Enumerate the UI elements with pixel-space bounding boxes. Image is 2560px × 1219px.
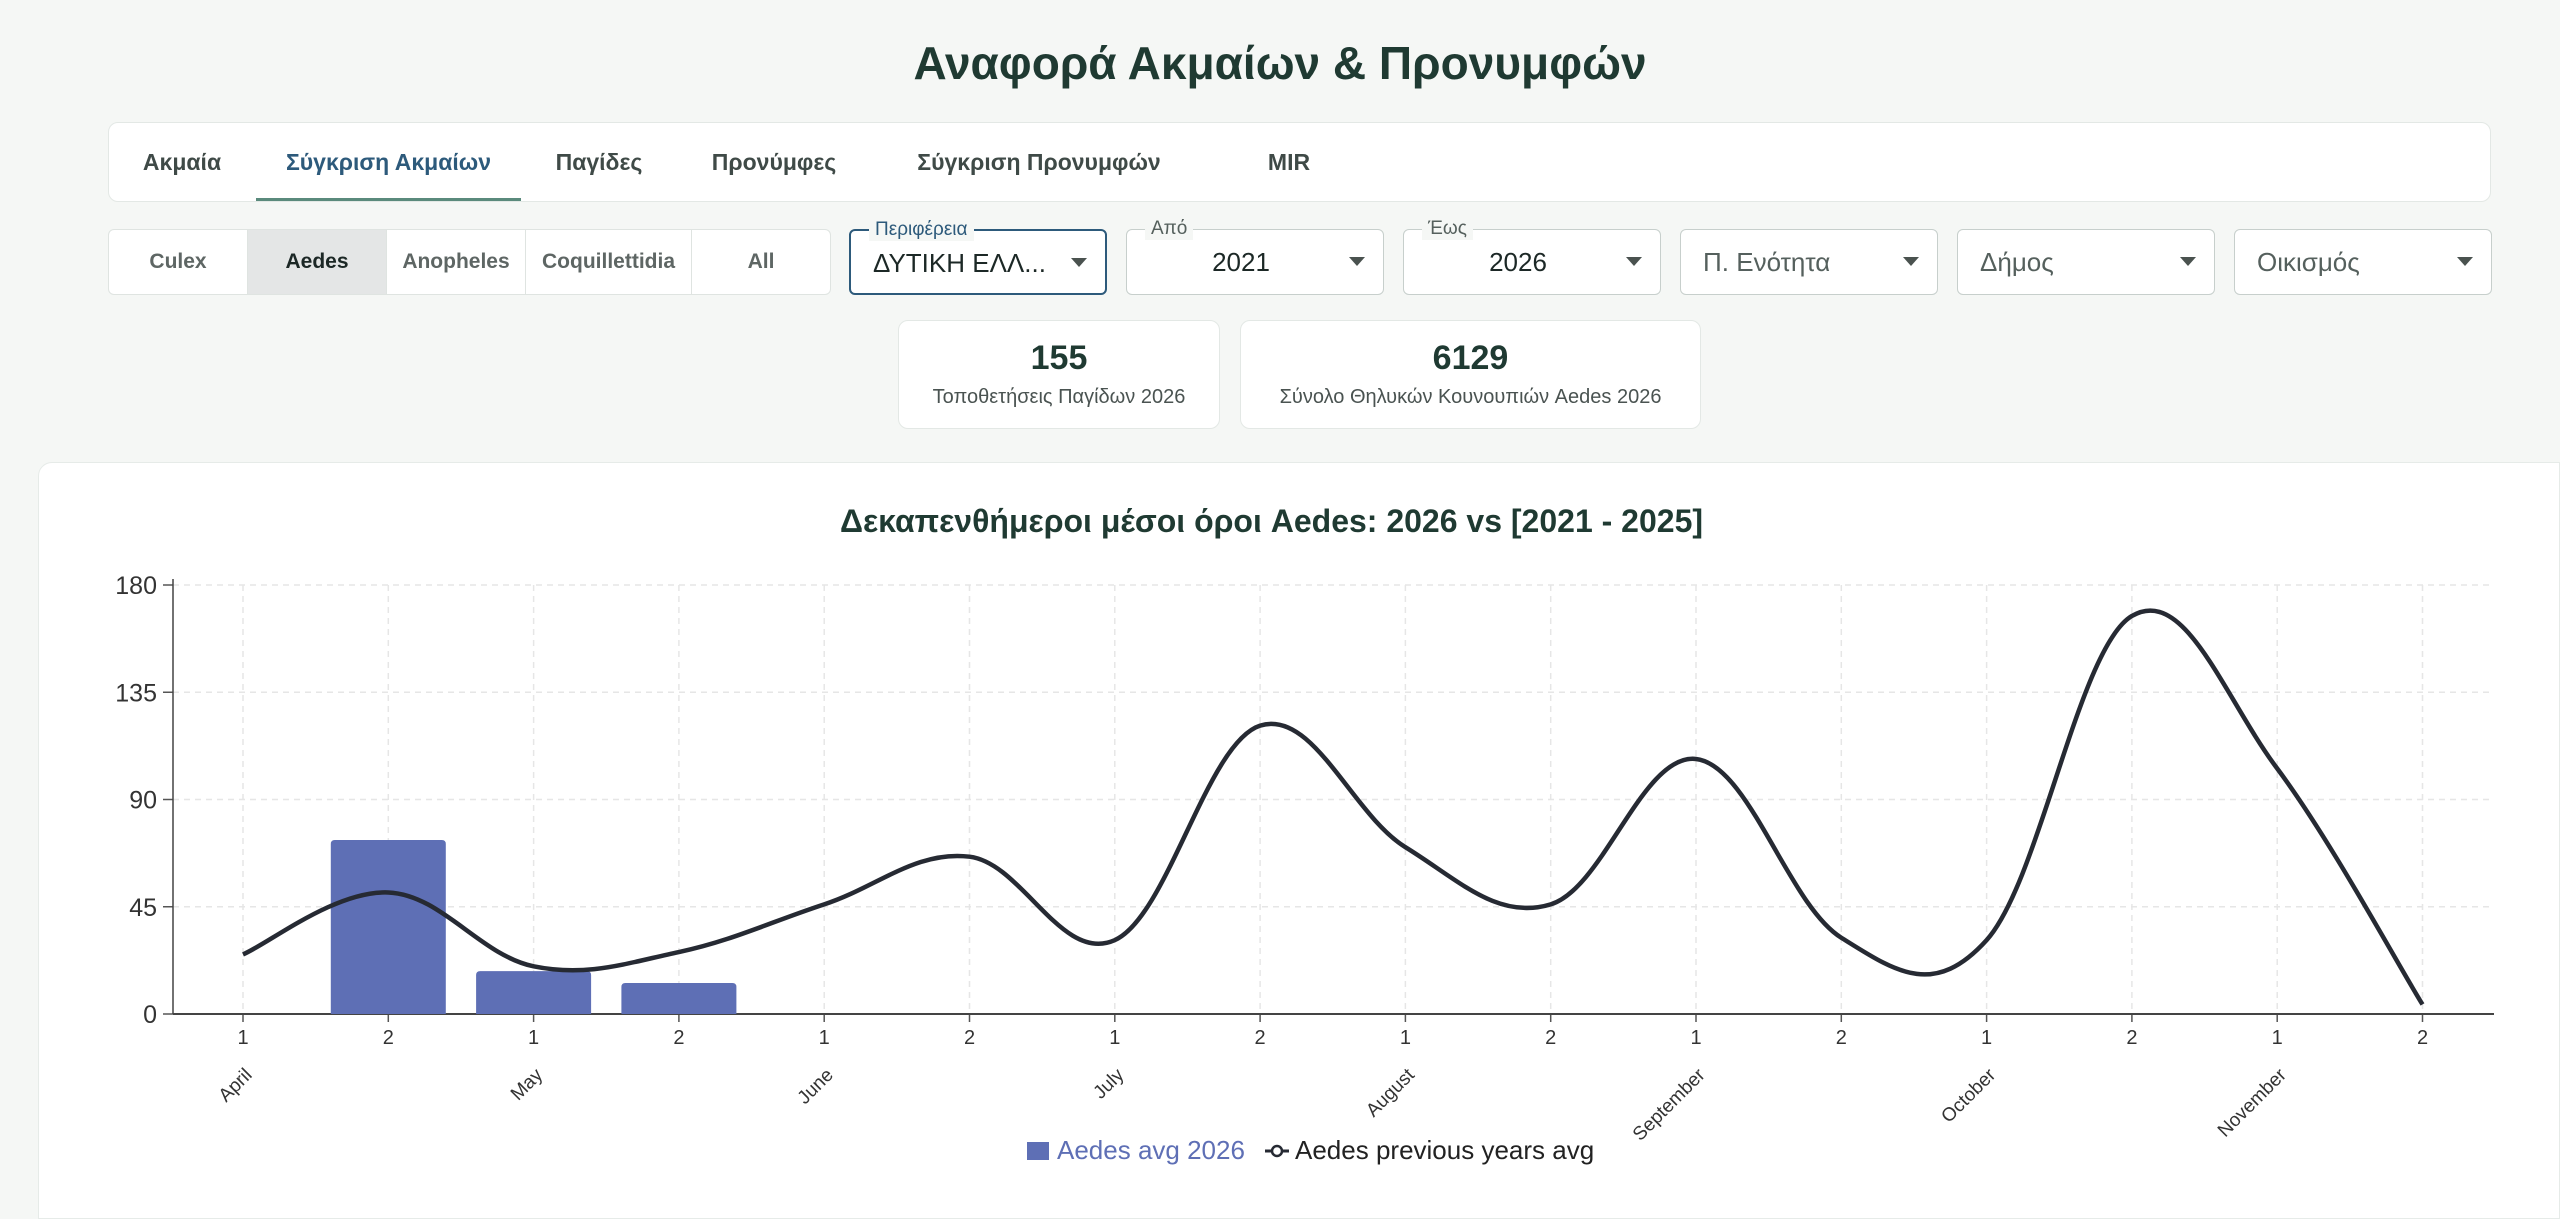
tab-pronymfes[interactable]: Προνύμφες bbox=[684, 123, 864, 201]
tabs-bar: Ακμαία Σύγκριση Ακμαίων Παγίδες Προνύμφε… bbox=[108, 122, 2491, 202]
y-tick-label: 180 bbox=[115, 572, 157, 600]
stat-female-mosquitoes-value: 6129 bbox=[1432, 339, 1509, 377]
month-label: November bbox=[2214, 1064, 2291, 1141]
legend-swatch-bar bbox=[1027, 1142, 1049, 1160]
bar[interactable] bbox=[476, 971, 592, 1014]
stat-trap-placements-value: 155 bbox=[1030, 339, 1088, 377]
month-label: May bbox=[507, 1064, 548, 1105]
x-tick-label: 1 bbox=[1690, 1027, 1701, 1049]
x-tick-label: 1 bbox=[2272, 1027, 2283, 1049]
x-tick-label: 2 bbox=[673, 1027, 684, 1049]
settlement-select[interactable]: Οικισμός bbox=[2234, 229, 2492, 295]
tab-sygkrisi-pronymfon[interactable]: Σύγκριση Προνυμφών bbox=[869, 123, 1209, 201]
y-tick-label: 90 bbox=[129, 787, 157, 815]
month-label: August bbox=[1362, 1064, 1419, 1121]
chevron-down-icon bbox=[1349, 257, 1365, 266]
tab-pagides[interactable]: Παγίδες bbox=[529, 123, 669, 201]
chevron-down-icon bbox=[2457, 257, 2473, 266]
month-label: July bbox=[1090, 1064, 1129, 1103]
x-tick-label: 1 bbox=[819, 1027, 830, 1049]
to-year-select[interactable]: Έως 2026 bbox=[1403, 218, 1661, 295]
x-tick-label: 1 bbox=[1109, 1027, 1120, 1049]
month-label: September bbox=[1629, 1064, 1710, 1145]
from-year-select[interactable]: Από 2021 bbox=[1126, 218, 1384, 295]
chevron-down-icon bbox=[1071, 258, 1087, 267]
chart-card: Δεκαπενθήμεροι μέσοι όροι Aedes: 2026 vs… bbox=[38, 462, 2560, 1219]
settlement-placeholder: Οικισμός bbox=[2257, 247, 2360, 277]
legend-label-line[interactable]: Aedes previous years avg bbox=[1295, 1135, 1594, 1165]
x-tick-label: 2 bbox=[1545, 1027, 1556, 1049]
x-tick-label: 2 bbox=[2126, 1027, 2137, 1049]
legend-swatch-marker bbox=[1270, 1144, 1284, 1158]
regional-unit-select[interactable]: Π. Ενότητα bbox=[1680, 229, 1938, 295]
species-coquillettidia[interactable]: Coquillettidia bbox=[526, 230, 692, 294]
region-select[interactable]: Περιφέρεια ΔΥΤΙΚΗ ΕΛΛ... bbox=[849, 219, 1107, 295]
from-year-value: 2021 bbox=[1212, 247, 1270, 277]
regional-unit-placeholder: Π. Ενότητα bbox=[1703, 247, 1831, 277]
to-year-value: 2026 bbox=[1489, 247, 1547, 277]
page-title: Αναφορά Ακμαίων & Προνυμφών bbox=[913, 37, 1647, 89]
region-select-value: ΔΥΤΙΚΗ ΕΛΛ... bbox=[873, 248, 1046, 278]
month-label: October bbox=[1937, 1064, 2000, 1127]
x-tick-label: 1 bbox=[1400, 1027, 1411, 1049]
species-all[interactable]: All bbox=[692, 230, 830, 294]
x-tick-label: 2 bbox=[383, 1027, 394, 1049]
species-selector: Culex Aedes Anopheles Coquillettidia All bbox=[108, 229, 831, 295]
species-aedes[interactable]: Aedes bbox=[248, 230, 387, 294]
x-tick-label: 2 bbox=[1255, 1027, 1266, 1049]
chevron-down-icon bbox=[1626, 257, 1642, 266]
bar[interactable] bbox=[330, 840, 446, 1014]
month-label: April bbox=[215, 1065, 257, 1107]
stat-trap-placements-caption: Τοποθετήσεις Παγίδων 2026 bbox=[932, 386, 1186, 408]
species-anopheles[interactable]: Anopheles bbox=[387, 230, 526, 294]
y-tick-label: 135 bbox=[115, 679, 157, 707]
legend-label-bar[interactable]: Aedes avg 2026 bbox=[1057, 1135, 1245, 1165]
species-culex[interactable]: Culex bbox=[109, 230, 248, 294]
municipality-placeholder: Δήμος bbox=[1980, 247, 2054, 277]
stat-female-mosquitoes-caption: Σύνολο Θηλυκών Κουνουπιών Aedes 2026 bbox=[1279, 386, 1662, 408]
tab-mir[interactable]: MIR bbox=[1229, 123, 1349, 201]
line-series-previous-years[interactable] bbox=[242, 608, 2425, 1006]
month-label: June bbox=[794, 1065, 838, 1109]
bar[interactable] bbox=[621, 983, 737, 1014]
tab-akmaia[interactable]: Ακμαία bbox=[109, 123, 255, 201]
chart-svg: 0 45 90 135 180 1 2 1 2 1 2 1 2 1 2 1 2 1 2 1 2 April May June J… bbox=[115, 572, 2494, 1165]
x-tick-label: 1 bbox=[237, 1027, 248, 1049]
municipality-select[interactable]: Δήμος bbox=[1957, 229, 2215, 295]
x-tick-label: 1 bbox=[1981, 1027, 1992, 1049]
chevron-down-icon bbox=[1903, 257, 1919, 266]
x-tick-label: 1 bbox=[528, 1027, 539, 1049]
x-tick-label: 2 bbox=[1836, 1027, 1847, 1049]
y-tick-label: 0 bbox=[143, 1001, 157, 1029]
stat-trap-placements: 155 Τοποθετήσεις Παγίδων 2026 bbox=[898, 320, 1220, 429]
x-tick-label: 2 bbox=[964, 1027, 975, 1049]
stat-female-mosquitoes: 6129 Σύνολο Θηλυκών Κουνουπιών Aedes 202… bbox=[1240, 320, 1701, 429]
x-tick-label: 2 bbox=[2417, 1027, 2428, 1049]
y-tick-label: 45 bbox=[129, 894, 157, 922]
chevron-down-icon bbox=[2180, 257, 2196, 266]
tab-sygkrisi-akmaion[interactable]: Σύγκριση Ακμαίων bbox=[256, 123, 521, 201]
